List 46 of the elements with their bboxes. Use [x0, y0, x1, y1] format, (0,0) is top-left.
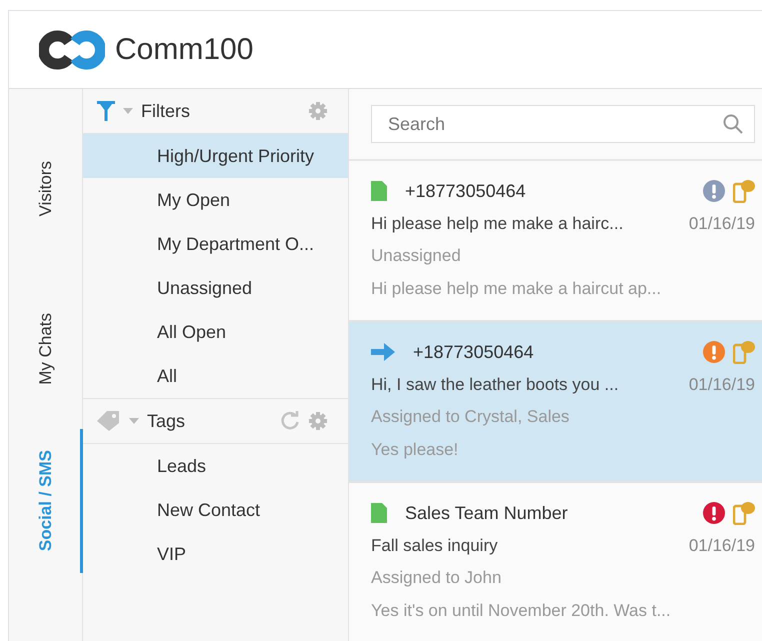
tag-item[interactable]: Leads: [83, 444, 348, 488]
document-icon: [371, 503, 387, 524]
filter-item[interactable]: My Open: [83, 178, 348, 222]
settings-icon[interactable]: [308, 411, 328, 431]
filter-item[interactable]: All Open: [83, 310, 348, 354]
contact-name: +18773050464: [413, 342, 535, 363]
assignee: Assigned to Crystal, Sales: [371, 407, 570, 428]
filter-item[interactable]: All: [83, 354, 348, 398]
message-date: 01/16/19: [688, 374, 755, 395]
side-tab[interactable]: My Chats: [36, 313, 56, 385]
tag-item[interactable]: New Contact: [83, 488, 348, 532]
side-tab[interactable]: Visitors: [36, 161, 56, 217]
last-message: Hi please help me make a haircut ap...: [371, 278, 662, 299]
logo-icon: [39, 30, 105, 70]
brand-name: Comm100: [115, 32, 254, 66]
section-title: Filters: [141, 100, 191, 122]
message-preview: Hi please help me make a hairc...: [371, 214, 624, 234]
search-field[interactable]: Search: [371, 105, 755, 143]
section-title: Tags: [147, 410, 186, 432]
contact-name: Sales Team Number: [405, 502, 569, 524]
message-preview: Fall sales inquiry: [371, 536, 499, 556]
filter-item[interactable]: High/Urgent Priority: [83, 134, 348, 178]
conversation-item[interactable]: +18773050464 Hi, I saw the leather boots you ... 01/16/19 Assigned to Crystal, Sales Yes please!: [349, 322, 762, 483]
sms-icon: [733, 179, 755, 204]
tag-item[interactable]: VIP: [83, 532, 348, 576]
search-icon[interactable]: [723, 114, 743, 134]
sms-icon: [733, 340, 755, 364]
contact-name: +18773050464: [405, 180, 527, 202]
filter-item[interactable]: Unassigned: [83, 266, 348, 310]
arrow-icon: [371, 343, 395, 362]
last-message: Yes please!: [371, 440, 458, 460]
caret-icon[interactable]: [123, 108, 133, 114]
message-preview: Hi, I saw the leather boots you ...: [371, 374, 620, 395]
filter-icon[interactable]: [97, 101, 115, 121]
settings-icon[interactable]: [308, 101, 328, 121]
refresh-icon[interactable]: [280, 411, 300, 431]
document-icon: [371, 181, 387, 202]
last-message: Yes it's on until November 20th. Was t...: [371, 600, 671, 621]
filter-item[interactable]: My Department O...: [83, 222, 348, 266]
message-date: 01/16/19: [688, 214, 755, 234]
tag-icon[interactable]: [97, 411, 121, 431]
caret-icon[interactable]: [129, 418, 139, 424]
message-date: 01/16/19: [688, 536, 755, 556]
assignee: Unassigned: [371, 246, 461, 266]
assignee: Assigned to John: [371, 568, 502, 588]
sms-icon: [733, 501, 755, 526]
